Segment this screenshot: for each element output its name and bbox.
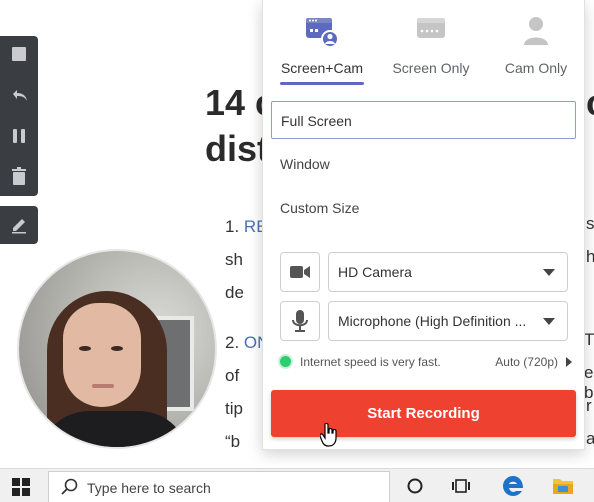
undo-icon [13,90,27,101]
cam-only-icon [524,17,548,45]
taskbar-search-box[interactable]: Type here to search [48,471,390,502]
taskbar: Type here to search [0,468,594,502]
pause-icon [13,129,25,143]
camera-select-value: HD Camera [338,264,412,280]
status-ok-icon [280,356,291,367]
windows-start-icon[interactable] [12,478,30,496]
tab-screen-cam[interactable]: Screen+Cam [271,0,373,86]
tab-label: Screen+Cam [280,60,364,76]
tab-cam-only[interactable]: Cam Only [487,0,585,86]
tab-label: Screen Only [392,60,470,76]
edge-text: a [586,429,594,448]
option-full-screen[interactable]: Full Screen [271,101,576,139]
stop-button[interactable] [0,36,38,72]
microphone-select[interactable]: Microphone (High Definition ... [328,301,568,341]
start-recording-button[interactable]: Start Recording [271,390,576,437]
webcam-face [63,303,141,407]
cortana-icon [407,478,423,494]
connection-status: Internet speed is very fast. Auto (720p) [280,353,572,371]
microphone-toggle-button[interactable] [280,301,320,341]
search-placeholder: Type here to search [87,480,211,496]
edge-text: he [586,247,594,266]
chevron-down-icon [543,269,555,276]
screen-only-icon [417,18,445,38]
draw-button[interactable] [0,206,38,244]
hand-cursor-icon [320,423,337,447]
video-camera-icon [290,266,310,278]
option-window[interactable]: Window [271,145,576,183]
delete-button[interactable] [0,158,38,194]
webcam-mouth [92,384,114,388]
stop-icon [12,47,26,61]
edge-browser-icon [503,476,523,496]
webcam-eye [79,346,91,351]
camera-select[interactable]: HD Camera [328,252,568,292]
task-view-icon [452,479,470,493]
folder-icon [553,479,573,494]
microphone-select-value: Microphone (High Definition ... [338,313,527,329]
camera-toggle-button[interactable] [280,252,320,292]
trash-icon [12,167,26,185]
tab-label: Cam Only [504,60,568,76]
edge-text: s [586,214,594,233]
list-number: 2. [225,333,240,352]
tab-screen-only[interactable]: Screen Only [381,0,481,86]
camera-row: HD Camera [280,252,568,292]
chevron-down-icon [543,318,555,325]
search-icon [61,478,78,495]
chevron-right-icon[interactable] [566,357,572,367]
edge-text: r [586,396,592,415]
option-custom-size[interactable]: Custom Size [271,189,576,227]
list-number: 1. [225,217,240,236]
edge-browser-button[interactable] [501,474,525,498]
pause-button[interactable] [0,118,38,154]
recording-toolbar [0,36,38,196]
status-text: Internet speed is very fast. [300,355,441,369]
heading-edge-text: ce [586,80,594,126]
restart-button[interactable] [0,78,38,114]
pen-icon [12,219,26,234]
file-explorer-button[interactable] [551,474,575,498]
quality-selector[interactable]: Auto (720p) [495,355,558,369]
microphone-row: Microphone (High Definition ... [280,301,568,341]
edge-text: Th [584,330,594,349]
active-tab-indicator [280,82,364,85]
webcam-bubble[interactable] [17,249,217,449]
screen-cam-icon [306,18,339,48]
recorder-popup: Screen+Cam Screen Only Cam Only Full Scr… [262,0,585,450]
cortana-button[interactable] [403,474,427,498]
mode-tabs: Screen+Cam Screen Only Cam Only [263,0,586,90]
task-view-button[interactable] [449,474,473,498]
webcam-eye [111,346,123,351]
microphone-icon [292,310,308,332]
